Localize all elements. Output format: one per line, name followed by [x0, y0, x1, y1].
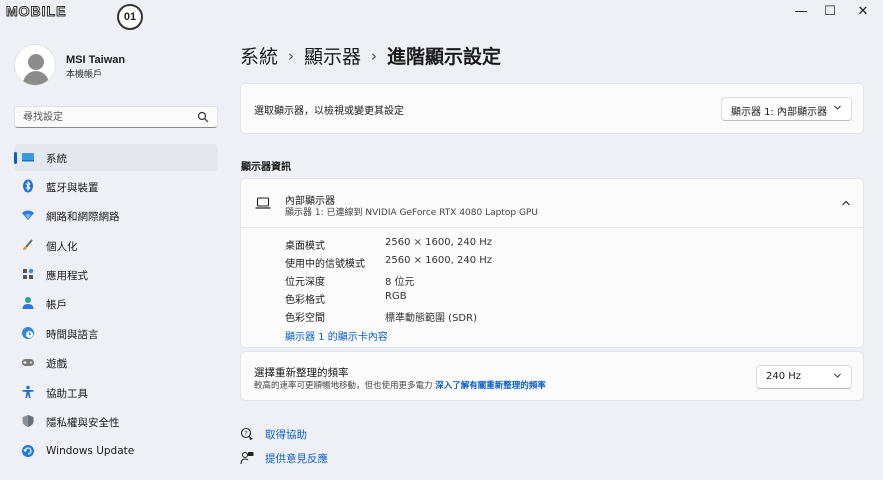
refresh-rate-learn-more-link[interactable]: 深入了解有關重新整理的頻率 — [435, 381, 546, 391]
display-info-card: 內部顯示器 顯示器 1: 已連線到 NVIDIA GeForce RTX 408… — [240, 178, 864, 348]
sidebar-item-label: 應用程式 — [46, 270, 88, 282]
system-icon — [22, 153, 34, 162]
info-value: 8 位元 — [385, 277, 415, 288]
breadcrumb: 系統 › 顯示器 › 進階顯示設定 — [240, 42, 501, 69]
wifi-icon — [22, 210, 34, 220]
refresh-rate-value: 240 Hz — [766, 371, 802, 382]
sidebar-item-label: Windows Update — [46, 445, 135, 457]
breadcrumb-separator: › — [371, 47, 378, 65]
svg-text:?: ? — [244, 429, 247, 437]
gamepad-icon — [22, 359, 34, 366]
search-icon[interactable] — [197, 111, 209, 123]
display-info-subtitle: 顯示器 1: 已連線到 NVIDIA GeForce RTX 4080 Lapt… — [285, 208, 538, 218]
info-key: 位元深度 — [285, 277, 325, 288]
mobile01-logo-badge: 01 — [117, 4, 143, 30]
chevron-down-icon — [834, 373, 841, 378]
info-value: 2560 × 1600, 240 Hz — [385, 237, 493, 248]
refresh-rate-dropdown[interactable]: 240 Hz — [756, 365, 852, 389]
give-feedback-label: 提供意見反應 — [265, 453, 328, 465]
chevron-down-icon — [834, 105, 841, 110]
sidebar-item-windows-update[interactable]: Windows Update — [14, 438, 218, 465]
sidebar-item-privacy-security[interactable]: 隱私權與安全性 — [14, 408, 218, 435]
info-value: 標準動態範圍 (SDR) — [385, 313, 477, 324]
profile-name: MSI Taiwan — [66, 54, 126, 66]
person-icon — [22, 297, 34, 309]
get-help-label: 取得協助 — [265, 429, 307, 441]
sidebar-item-apps[interactable]: 應用程式 — [14, 261, 218, 288]
display-info-section-title: 顯示器資訊 — [241, 162, 291, 173]
accessibility-icon — [22, 385, 34, 398]
maximize-button[interactable]: ☐ — [822, 4, 838, 20]
display-info-header[interactable]: 內部顯示器 顯示器 1: 已連線到 NVIDIA GeForce RTX 408… — [241, 179, 863, 228]
refresh-rate-description: 較高的速率可更順暢地移動，但也使用更多電力 深入了解有關重新整理的頻率 — [254, 379, 546, 391]
sidebar-item-system[interactable]: 系統 — [14, 144, 218, 171]
sidebar-item-personalization[interactable]: 個人化 — [14, 232, 218, 259]
sidebar-item-accessibility[interactable]: 協助工具 — [14, 379, 218, 406]
active-indicator — [14, 152, 17, 164]
display-adapter-properties-link[interactable]: 顯示器 1 的顯示卡內容 — [285, 328, 388, 343]
sidebar-item-network[interactable]: 網路和網際網路 — [14, 202, 218, 229]
bluetooth-icon — [23, 179, 33, 193]
apps-icon — [23, 268, 34, 279]
select-display-card: 選取顯示器，以檢視或變更其設定 顯示器 1: 內部顯示器 — [240, 83, 864, 134]
sidebar-item-time-language[interactable]: 時間與語言 — [14, 320, 218, 347]
brush-icon — [23, 239, 33, 251]
select-display-label: 選取顯示器，以檢視或變更其設定 — [254, 106, 404, 117]
mobile01-logo: MOBILE — [5, 3, 67, 20]
title-bar: MOBILE 01 — ☐ ✕ — [0, 0, 883, 30]
breadcrumb-display[interactable]: 顯示器 — [304, 42, 361, 69]
sidebar-item-gaming[interactable]: 遊戲 — [14, 349, 218, 376]
sidebar-item-label: 藍牙與裝置 — [46, 182, 99, 194]
info-key: 色彩格式 — [285, 295, 325, 306]
search-box[interactable] — [14, 106, 218, 128]
info-key: 色彩空間 — [285, 313, 325, 324]
breadcrumb-system[interactable]: 系統 — [240, 42, 278, 69]
chevron-up-icon[interactable] — [841, 199, 851, 207]
refresh-rate-description-text: 較高的速率可更順暢地移動，但也使用更多電力 — [254, 381, 433, 391]
search-input[interactable] — [23, 110, 193, 124]
sidebar-item-label: 時間與語言 — [46, 329, 99, 341]
sidebar-item-label: 帳戶 — [46, 299, 67, 311]
avatar-head — [28, 54, 44, 70]
sidebar-item-label: 網路和網際網路 — [46, 211, 120, 223]
breadcrumb-separator: › — [288, 47, 295, 65]
info-key: 桌面模式 — [285, 241, 325, 252]
info-value: 2560 × 1600, 240 Hz — [385, 255, 493, 266]
shield-icon — [22, 415, 34, 427]
display-dropdown[interactable]: 顯示器 1: 內部顯示器 — [721, 97, 852, 121]
info-key: 使用中的信號模式 — [285, 259, 365, 270]
refresh-rate-title: 選擇重新整理的頻率 — [254, 367, 349, 379]
sidebar-item-label: 系統 — [46, 153, 67, 165]
close-button[interactable]: ✕ — [855, 4, 871, 20]
update-icon — [22, 445, 34, 457]
sidebar-item-label: 個人化 — [46, 241, 78, 253]
feedback-icon — [240, 451, 254, 465]
sidebar-item-label: 隱私權與安全性 — [46, 417, 120, 429]
display-dropdown-value: 顯示器 1: 內部顯示器 — [731, 107, 828, 118]
sidebar-item-label: 遊戲 — [46, 358, 67, 370]
info-value: RGB — [385, 291, 407, 302]
sidebar-item-label: 協助工具 — [46, 388, 88, 400]
avatar[interactable] — [14, 44, 56, 86]
sidebar-item-accounts[interactable]: 帳戶 — [14, 290, 218, 317]
refresh-rate-card: 選擇重新整理的頻率 較高的速率可更順暢地移動，但也使用更多電力 深入了解有關重新… — [240, 351, 864, 401]
globe-clock-icon — [22, 327, 34, 339]
avatar-body — [23, 71, 49, 85]
profile-account-type: 本機帳戶 — [66, 70, 103, 80]
laptop-icon — [255, 197, 271, 209]
sidebar-item-bluetooth[interactable]: 藍牙與裝置 — [14, 173, 218, 200]
page-title: 進階顯示設定 — [387, 46, 502, 68]
minimize-button[interactable]: — — [793, 4, 809, 20]
help-icon: ? — [240, 427, 253, 440]
